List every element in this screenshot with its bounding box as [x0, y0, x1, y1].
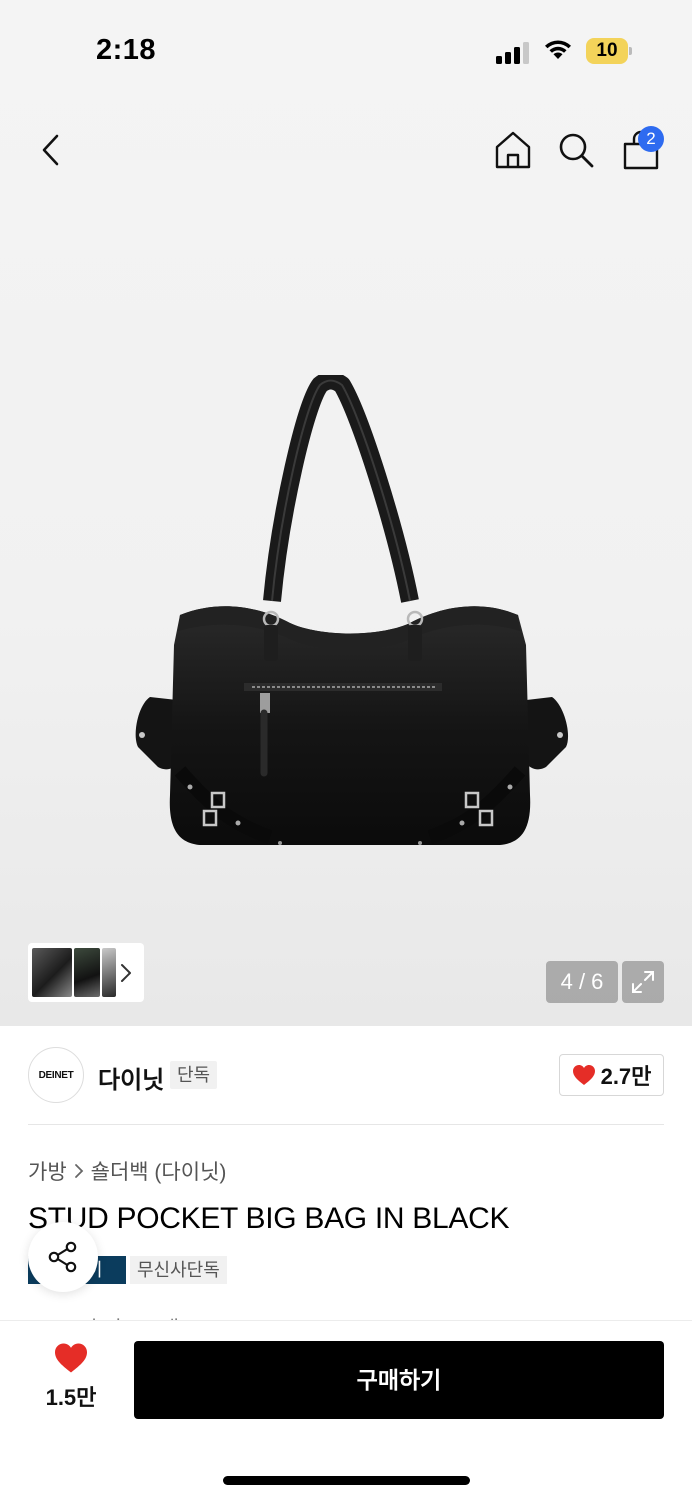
breadcrumb: 가방 숄더백 (다이닛): [28, 1156, 226, 1186]
share-button[interactable]: [28, 1222, 98, 1292]
product-image[interactable]: [120, 375, 580, 855]
brand-logo[interactable]: DEINET: [28, 1047, 84, 1103]
buy-button[interactable]: 구매하기: [134, 1341, 664, 1419]
heart-icon: [572, 1065, 595, 1085]
breadcrumb-category[interactable]: 가방: [28, 1156, 67, 1186]
product-detail-page: 2:18 10 2 4 / 6 DEINET 다이닛 단독 2.7만 가방 숄더…: [0, 0, 692, 1500]
product-title: STUD POCKET BIG BAG IN BLACK: [28, 1202, 510, 1235]
exclusive-tag: 단독: [170, 1061, 218, 1089]
cellular-signal-icon: [496, 42, 529, 64]
brand-like-button[interactable]: 2.7만: [559, 1054, 664, 1096]
battery-indicator: 10: [586, 38, 632, 64]
image-counter: 4 / 6: [546, 961, 618, 1003]
battery-nub: [629, 47, 632, 55]
brand-name[interactable]: 다이닛: [98, 1060, 164, 1095]
search-button[interactable]: [554, 128, 598, 172]
chevron-left-icon: [42, 134, 59, 166]
chevron-right-icon[interactable]: [120, 963, 132, 983]
thumbnail-1[interactable]: [32, 948, 72, 997]
brand-like-count: 2.7만: [600, 1064, 652, 1089]
chevron-right-icon: [74, 1164, 83, 1178]
thumbnail-3[interactable]: [102, 948, 116, 997]
wishlist-count: 1.5만: [45, 1385, 97, 1410]
status-time: 2:18: [96, 34, 157, 66]
back-button[interactable]: [30, 128, 70, 172]
cart-count-badge: 2: [638, 126, 664, 152]
battery-level: 10: [596, 40, 618, 61]
expand-button[interactable]: [622, 961, 664, 1003]
wishlist-button[interactable]: 1.5만: [30, 1342, 112, 1418]
heart-icon: [55, 1343, 87, 1373]
divider: [28, 1124, 664, 1125]
wifi-icon: [545, 40, 571, 59]
musinsa-exclusive-tag: 무신사단독: [130, 1256, 227, 1284]
thumbnail-2[interactable]: [74, 948, 100, 997]
home-button[interactable]: [490, 126, 536, 174]
product-gallery[interactable]: 2:18 10 2 4 / 6: [0, 0, 692, 1026]
home-indicator[interactable]: [223, 1476, 470, 1485]
share-icon: [48, 1241, 77, 1273]
expand-icon: [632, 971, 654, 993]
home-icon: [495, 131, 531, 169]
search-icon: [559, 133, 594, 168]
breadcrumb-subcategory[interactable]: 숄더백 (다이닛): [91, 1156, 227, 1186]
